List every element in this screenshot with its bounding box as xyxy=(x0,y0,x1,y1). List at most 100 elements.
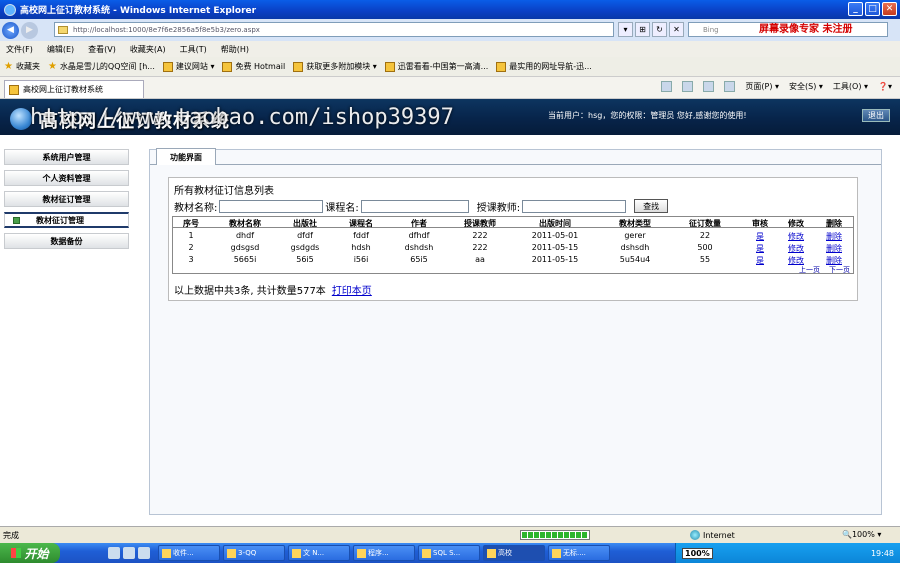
edit-link[interactable]: 修改 xyxy=(785,231,807,242)
refresh-icon[interactable]: ↻ xyxy=(652,22,667,37)
menu-view[interactable]: 查看(V) xyxy=(88,44,116,55)
fav-link-3[interactable]: 免费 Hotmail xyxy=(222,61,285,72)
sidebar-item-users[interactable]: 系统用户管理 xyxy=(4,149,129,165)
delete-link[interactable]: 删除 xyxy=(823,231,845,242)
help-menu[interactable]: ❓▾ xyxy=(878,82,892,91)
menu-edit[interactable]: 编辑(E) xyxy=(47,44,74,55)
compat-icon[interactable]: ⊞ xyxy=(635,22,650,37)
recorder-watermark: 屏幕录像专家 未注册 xyxy=(759,24,853,35)
address-bar[interactable]: http://localhost:1000/8e7f6e2856a5f8e5b3… xyxy=(54,22,614,37)
favorites-button[interactable]: ★ 收藏夹 xyxy=(4,61,40,72)
back-button[interactable]: ◀ xyxy=(2,21,19,39)
col-date: 出版时间 xyxy=(539,219,571,228)
delete-link[interactable]: 删除 xyxy=(823,243,845,254)
fav-link-5[interactable]: 迅雷看看-中国第一高清... xyxy=(384,61,488,72)
tab-function[interactable]: 功能界面 xyxy=(156,148,216,165)
sidebar-item-orders[interactable]: 教材征订管理 xyxy=(4,191,129,207)
fav-link-4[interactable]: 获取更多附加模块 ▾ xyxy=(293,61,377,72)
globe-icon xyxy=(10,108,32,130)
menu-file[interactable]: 文件(F) xyxy=(6,44,33,55)
mail-icon[interactable] xyxy=(703,81,715,92)
col-name: 教材名称 xyxy=(229,219,261,228)
forward-button[interactable]: ▶ xyxy=(21,21,38,39)
globe-icon xyxy=(690,530,700,540)
page-icon xyxy=(162,61,173,72)
teacher-label: 授课教师: xyxy=(476,202,521,214)
minimize-button[interactable]: _ xyxy=(848,2,863,16)
menu-favorites[interactable]: 收藏夹(A) xyxy=(130,44,166,55)
col-edit: 修改 xyxy=(788,219,804,228)
task-program[interactable]: 程序... xyxy=(353,545,415,561)
safety-menu[interactable]: 安全(S) ▾ xyxy=(789,81,823,92)
task-mail[interactable]: 收件... xyxy=(158,545,220,561)
dropdown-icon[interactable]: ▾ xyxy=(618,22,633,37)
teacher-input[interactable] xyxy=(522,199,627,213)
sidebar-item-profile[interactable]: 个人资料管理 xyxy=(4,170,129,186)
page-icon xyxy=(9,84,19,95)
ie-icon[interactable] xyxy=(108,547,120,559)
audit-link[interactable]: 是 xyxy=(749,255,771,266)
task-folder[interactable]: 文 N... xyxy=(288,545,350,561)
task-sql[interactable]: SQL S... xyxy=(418,545,480,561)
col-author: 作者 xyxy=(411,219,427,228)
tools-menu[interactable]: 工具(O) ▾ xyxy=(833,81,868,92)
fav-link-6[interactable]: 最实用的网址导航-迅... xyxy=(496,61,592,72)
logout-button[interactable]: 退出 xyxy=(862,109,890,122)
audit-link[interactable]: 是 xyxy=(749,243,771,254)
star-icon: ★ xyxy=(4,61,13,72)
ime-indicator[interactable]: 100% xyxy=(682,547,713,559)
zoom-control[interactable]: 🔍100% ▾ xyxy=(842,530,881,539)
search-input[interactable]: Bing 屏幕录像专家 未注册 xyxy=(688,22,888,37)
col-course: 课程名 xyxy=(349,219,373,228)
next-page-link[interactable]: 下一页 xyxy=(829,265,850,275)
maximize-button[interactable]: □ xyxy=(865,2,880,16)
page-icon xyxy=(496,61,507,72)
textbook-name-input[interactable] xyxy=(219,199,324,213)
summary-row: 以上数据中共3条, 共计数量577本 打印本页 xyxy=(174,282,372,297)
task-browser[interactable]: 高校 xyxy=(483,545,545,561)
menu-bar: 文件(F) 编辑(E) 查看(V) 收藏夹(A) 工具(T) 帮助(H) xyxy=(0,41,900,57)
desktop-icon[interactable] xyxy=(123,547,135,559)
task-untitled[interactable]: 无标.... xyxy=(548,545,610,561)
summary-text: 以上数据中共3条, 共计数量577本 xyxy=(174,286,326,297)
sidebar: 系统用户管理 个人资料管理 教材征订管理 教材征订管理 数据备份 xyxy=(4,149,129,254)
prev-page-link[interactable]: 上一页 xyxy=(799,265,820,275)
feeds-icon[interactable] xyxy=(682,81,694,92)
browser-tab[interactable]: 高校网上征订教材系统 xyxy=(4,80,144,98)
star-icon: ★ xyxy=(47,61,57,72)
col-audit: 审核 xyxy=(752,219,768,228)
main-frame: 功能界面 所有教材征订信息列表 教材名称: 课程名: 授课教师: 查找 序号 教… xyxy=(149,148,882,515)
fav-link-2[interactable]: 建议网站 ▾ xyxy=(162,61,214,72)
page-content: 高校网上征订教材系统 http://www.taobao.com/ishop39… xyxy=(0,99,900,526)
course-name-input[interactable] xyxy=(360,199,469,213)
media-icon[interactable] xyxy=(138,547,150,559)
menu-tools[interactable]: 工具(T) xyxy=(180,44,207,55)
menu-help[interactable]: 帮助(H) xyxy=(221,44,249,55)
bullet-icon xyxy=(13,216,20,224)
print-link[interactable]: 打印本页 xyxy=(332,286,372,297)
sidebar-item-backup[interactable]: 数据备份 xyxy=(4,233,129,249)
close-button[interactable]: ✕ xyxy=(882,2,897,16)
start-button[interactable]: 开始 xyxy=(0,543,60,563)
quick-launch xyxy=(108,547,150,559)
search-button[interactable]: 查找 xyxy=(634,199,669,213)
tab-row: 高校网上征订教材系统 页面(P) ▾ 安全(S) ▾ 工具(O) ▾ ❓▾ xyxy=(0,77,900,99)
windows-flag-icon xyxy=(11,548,22,558)
col-no: 序号 xyxy=(183,219,199,228)
progress-bar xyxy=(520,530,590,540)
print-icon[interactable] xyxy=(724,81,736,92)
page-menu[interactable]: 页面(P) ▾ xyxy=(745,81,779,92)
col-qty: 征订数量 xyxy=(689,219,721,228)
page-icon xyxy=(384,61,395,72)
stop-icon[interactable]: ✕ xyxy=(669,22,684,37)
site-title: 高校网上征订教材系统 xyxy=(40,111,230,132)
fav-link-1[interactable]: ★ 水晶是雪儿的QQ空间 [h... xyxy=(48,61,155,72)
edit-link[interactable]: 修改 xyxy=(785,243,807,254)
sidebar-item-orders-active[interactable]: 教材征订管理 xyxy=(4,212,129,228)
textbook-name-label: 教材名称: xyxy=(174,202,218,214)
task-qq[interactable]: 3-QQ xyxy=(223,545,285,561)
audit-link[interactable]: 是 xyxy=(749,231,771,242)
status-bar: 完成 Internet 🔍100% ▾ xyxy=(0,526,900,543)
home-icon[interactable] xyxy=(661,81,673,92)
taskbar: 开始 收件... 3-QQ 文 N... 程序... SQL S... 高校 无… xyxy=(0,543,900,563)
